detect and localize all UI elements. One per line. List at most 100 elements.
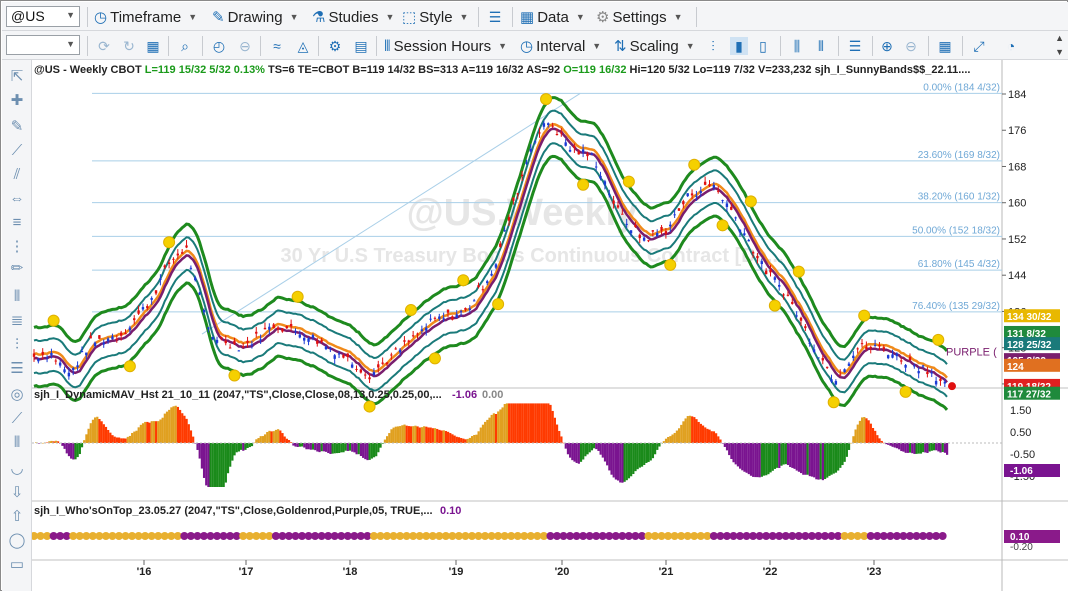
bar-chart-icon[interactable]: ⫶ bbox=[704, 37, 722, 55]
interval-button[interactable]: ◷ Interval ▼ bbox=[520, 35, 601, 57]
list-icon[interactable]: ☰ bbox=[8, 360, 26, 378]
magnifier-icon[interactable]: ⌕ bbox=[176, 37, 194, 55]
horizontal-line-icon[interactable]: ⇔ bbox=[8, 190, 26, 208]
histogram-bar bbox=[791, 443, 794, 468]
refresh-icon[interactable]: ⟳ bbox=[95, 37, 113, 55]
histogram-bar bbox=[85, 434, 88, 443]
layout-icon[interactable]: ☰ bbox=[486, 8, 504, 26]
gear-icon[interactable]: ⚙ bbox=[326, 37, 344, 55]
style-button[interactable]: ⬚ Style ▼ bbox=[402, 6, 468, 28]
grid-icon[interactable]: ▦ bbox=[144, 37, 162, 55]
histogram-bar bbox=[196, 443, 199, 450]
table-settings-icon[interactable]: ▤ bbox=[352, 37, 370, 55]
parallel-lines-icon[interactable]: ≡ bbox=[8, 214, 26, 232]
histogram-bar bbox=[436, 428, 439, 443]
histogram-bar bbox=[784, 443, 787, 465]
candle-body bbox=[159, 278, 162, 280]
ellipse-icon[interactable]: ◯ bbox=[8, 532, 26, 550]
histogram-bar bbox=[449, 433, 452, 443]
histogram-bar bbox=[207, 443, 210, 487]
price-tag-label: 124 bbox=[1007, 362, 1024, 373]
chart-area-icon[interactable]: ◬ bbox=[294, 37, 312, 55]
circle-target-icon[interactable]: ◎ bbox=[8, 386, 26, 404]
histogram-bar bbox=[65, 443, 68, 454]
time-tick-label: '16 bbox=[137, 566, 152, 578]
trendline-icon[interactable]: ⟋ bbox=[8, 142, 26, 160]
histogram-bar bbox=[109, 432, 112, 443]
candle-body bbox=[250, 344, 254, 346]
scaling-button[interactable]: ⇅ Scaling ▼ bbox=[614, 35, 695, 57]
histogram-bar bbox=[192, 436, 195, 443]
volume-icon[interactable]: ⫼ bbox=[788, 37, 806, 55]
candle-body bbox=[433, 317, 437, 319]
histogram-bar bbox=[523, 403, 526, 443]
candle-body bbox=[699, 191, 702, 193]
panel2-tick-label: 1.50 bbox=[1010, 405, 1031, 417]
wrench-icon[interactable]: ✎ bbox=[8, 118, 26, 136]
histogram-bar bbox=[706, 428, 709, 443]
candle-chart-icon[interactable]: ▮ bbox=[730, 37, 748, 55]
chart-area[interactable]: @US - Weekly CBOT L=119 15/32 5/32 0.13%… bbox=[32, 60, 1068, 591]
chart-line-icon[interactable]: ≈ bbox=[268, 37, 286, 55]
histogram-bar bbox=[693, 417, 696, 443]
histogram-bar bbox=[911, 443, 914, 454]
zoom-in-icon[interactable]: ⊕ bbox=[878, 37, 896, 55]
secondary-symbol-input[interactable]: ▼ bbox=[6, 35, 80, 55]
scroll-up-icon[interactable]: ▲ bbox=[1055, 33, 1064, 43]
histogram-bar bbox=[741, 443, 744, 471]
session-hours-button[interactable]: ⦀ Session Hours ▼ bbox=[384, 35, 507, 57]
histogram-bar bbox=[636, 443, 639, 470]
histogram-bar bbox=[701, 425, 705, 443]
data-grid-icon[interactable]: ▦ bbox=[936, 37, 954, 55]
crosshair-icon[interactable]: ✚ bbox=[8, 92, 26, 110]
arrow-down-icon[interactable]: ⇩ bbox=[8, 484, 26, 502]
columns-icon[interactable]: ⦀ bbox=[8, 434, 26, 452]
symbol-input[interactable]: @US ▼ bbox=[6, 6, 80, 27]
timeframe-button[interactable]: ◷ Timeframe ▼ bbox=[94, 6, 197, 28]
data-button[interactable]: ▦ Data ▼ bbox=[520, 6, 585, 28]
fib-icon[interactable]: ⋮ bbox=[8, 238, 26, 256]
channel-icon[interactable]: ⫽ bbox=[8, 166, 26, 184]
histogram-bar bbox=[233, 443, 236, 456]
studies-button[interactable]: ⚗ Studies ▼ bbox=[312, 6, 394, 28]
histogram-bar bbox=[159, 419, 162, 443]
divider bbox=[87, 36, 88, 56]
add-chart-icon[interactable]: ⤢ bbox=[970, 37, 988, 55]
histogram-bar bbox=[174, 405, 177, 443]
panel2-value1: -1.06 bbox=[452, 389, 477, 401]
zoom-out-icon[interactable]: ⊖ bbox=[902, 37, 920, 55]
histogram-bar bbox=[283, 436, 286, 443]
pointer-icon[interactable]: ⇱ bbox=[8, 68, 26, 86]
histogram-bar bbox=[453, 435, 456, 443]
divider bbox=[168, 36, 169, 56]
speedometer-icon[interactable]: ◴ bbox=[210, 37, 228, 55]
histogram-bar bbox=[782, 443, 785, 465]
drawing-button[interactable]: ✎ Drawing ▼ bbox=[212, 6, 299, 28]
vertical-lines-icon[interactable]: ⦀ bbox=[8, 288, 26, 306]
gann-icon[interactable]: ≣ bbox=[8, 312, 26, 330]
arc-icon[interactable]: ◡ bbox=[8, 460, 26, 478]
reload-icon[interactable]: ↻ bbox=[120, 37, 138, 55]
rectangle-icon[interactable]: ▭ bbox=[8, 556, 26, 574]
histogram-bar bbox=[847, 443, 851, 450]
fan-icon[interactable]: ⟋ bbox=[8, 410, 26, 428]
volume-bars-icon[interactable]: ⦀ bbox=[812, 37, 830, 55]
scroll-down-icon[interactable]: ▼ bbox=[1055, 47, 1064, 57]
chart-canvas[interactable]: @US - Weekly CBOT L=119 15/32 5/32 0.13%… bbox=[32, 60, 1068, 591]
histogram-bar bbox=[595, 443, 598, 450]
histogram-bar bbox=[752, 443, 755, 477]
pen-icon[interactable]: ✏ bbox=[8, 260, 26, 278]
candle-body bbox=[411, 335, 415, 337]
settings-button[interactable]: ⚙ Settings ▼ bbox=[596, 6, 683, 28]
histogram-bar bbox=[396, 426, 400, 443]
bars-icon[interactable]: ⫶ bbox=[8, 336, 26, 354]
hollow-candle-icon[interactable]: ▯ bbox=[754, 37, 772, 55]
candle-body bbox=[791, 301, 794, 304]
lock-icon[interactable]: ⊖ bbox=[236, 37, 254, 55]
arrow-up-icon[interactable]: ⇧ bbox=[8, 508, 26, 526]
layout-icon[interactable]: ☰ bbox=[846, 37, 864, 55]
candle-body bbox=[682, 201, 685, 205]
candle-body bbox=[886, 355, 890, 359]
histogram-bar bbox=[420, 427, 424, 443]
dashboard-icon[interactable]: ◔ bbox=[1002, 37, 1020, 55]
